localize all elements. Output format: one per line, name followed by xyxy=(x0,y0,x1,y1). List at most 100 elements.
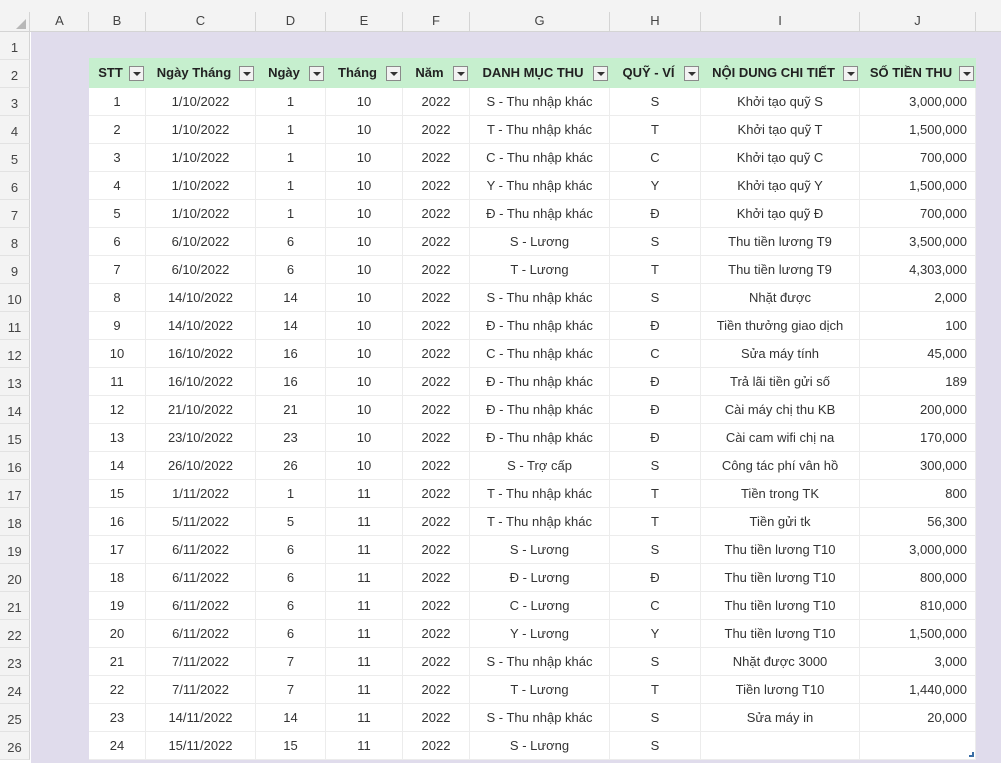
table-cell[interactable]: S - Thu nhập khác xyxy=(470,704,610,732)
table-cell[interactable]: S - Lương xyxy=(470,732,610,760)
table-cell[interactable]: 45,000 xyxy=(860,340,976,368)
table-cell[interactable]: 170,000 xyxy=(860,424,976,452)
table-cell[interactable]: T - Lương xyxy=(470,676,610,704)
table-cell[interactable]: 56,300 xyxy=(860,508,976,536)
table-cell[interactable]: 21 xyxy=(89,648,146,676)
table-cell[interactable]: 3,000,000 xyxy=(860,536,976,564)
table-cell[interactable]: 6 xyxy=(256,228,326,256)
row-header-12[interactable]: 12 xyxy=(0,340,30,368)
table-cell[interactable]: 1 xyxy=(256,88,326,116)
table-cell[interactable]: 14 xyxy=(256,704,326,732)
table-cell[interactable]: 14 xyxy=(256,312,326,340)
table-cell[interactable]: 23 xyxy=(89,704,146,732)
table-cell[interactable]: 6 xyxy=(256,620,326,648)
table-cell[interactable]: 11 xyxy=(326,676,403,704)
table-cell[interactable]: Tiền gửi tk xyxy=(701,508,860,536)
filter-dropdown-icon[interactable] xyxy=(386,66,401,81)
table-cell[interactable]: 3,000,000 xyxy=(860,88,976,116)
table-cell[interactable]: Đ - Thu nhập khác xyxy=(470,368,610,396)
row-header-24[interactable]: 24 xyxy=(0,676,30,704)
table-cell[interactable] xyxy=(701,732,860,760)
table-cell[interactable]: 1/10/2022 xyxy=(146,172,256,200)
table-cell[interactable]: 23/10/2022 xyxy=(146,424,256,452)
table-cell[interactable]: 11 xyxy=(326,648,403,676)
table-cell[interactable]: 1,500,000 xyxy=(860,620,976,648)
table-cell[interactable]: 2022 xyxy=(403,592,470,620)
table-cell[interactable]: 1/10/2022 xyxy=(146,144,256,172)
table-cell[interactable]: 300,000 xyxy=(860,452,976,480)
filter-dropdown-icon[interactable] xyxy=(593,66,608,81)
table-cell[interactable]: T - Lương xyxy=(470,256,610,284)
row-header-11[interactable]: 11 xyxy=(0,312,30,340)
table-cell[interactable]: 11 xyxy=(326,536,403,564)
table-cell[interactable]: 6 xyxy=(256,592,326,620)
row-header-16[interactable]: 16 xyxy=(0,452,30,480)
table-cell[interactable]: 2022 xyxy=(403,340,470,368)
row-header-8[interactable]: 8 xyxy=(0,228,30,256)
column-header-j[interactable]: J xyxy=(860,12,976,32)
table-cell[interactable]: 10 xyxy=(89,340,146,368)
table-cell[interactable]: Y - Thu nhập khác xyxy=(470,172,610,200)
row-header-21[interactable]: 21 xyxy=(0,592,30,620)
table-cell[interactable]: 2022 xyxy=(403,620,470,648)
table-cell[interactable]: S xyxy=(610,452,701,480)
table-cell[interactable]: Thu tiền lương T10 xyxy=(701,620,860,648)
row-header-23[interactable]: 23 xyxy=(0,648,30,676)
table-cell[interactable]: 16/10/2022 xyxy=(146,340,256,368)
row-header-9[interactable]: 9 xyxy=(0,256,30,284)
table-cell[interactable]: 810,000 xyxy=(860,592,976,620)
table-cell[interactable]: Nhặt được xyxy=(701,284,860,312)
table-cell[interactable]: 16 xyxy=(256,340,326,368)
table-cell[interactable]: 10 xyxy=(326,200,403,228)
table-cell[interactable]: 8 xyxy=(89,284,146,312)
table-cell[interactable]: Đ xyxy=(610,564,701,592)
table-cell[interactable]: 21/10/2022 xyxy=(146,396,256,424)
table-cell[interactable]: 23 xyxy=(256,424,326,452)
table-cell[interactable]: T xyxy=(610,256,701,284)
row-header-10[interactable]: 10 xyxy=(0,284,30,312)
filter-dropdown-icon[interactable] xyxy=(684,66,699,81)
table-cell[interactable]: 26 xyxy=(256,452,326,480)
table-cell[interactable]: 2022 xyxy=(403,116,470,144)
table-cell[interactable]: S - Thu nhập khác xyxy=(470,88,610,116)
table-cell[interactable]: T - Thu nhập khác xyxy=(470,508,610,536)
table-cell[interactable]: 2022 xyxy=(403,564,470,592)
table-cell[interactable]: 700,000 xyxy=(860,144,976,172)
table-cell[interactable]: 9 xyxy=(89,312,146,340)
table-cell[interactable] xyxy=(860,732,976,760)
table-cell[interactable]: 2022 xyxy=(403,648,470,676)
table-cell[interactable]: Đ - Lương xyxy=(470,564,610,592)
table-cell[interactable]: S xyxy=(610,732,701,760)
table-cell[interactable]: 10 xyxy=(326,452,403,480)
row-header-26[interactable]: 26 xyxy=(0,732,30,760)
table-cell[interactable]: 14 xyxy=(256,284,326,312)
table-cell[interactable]: 21 xyxy=(256,396,326,424)
table-cell[interactable]: C - Thu nhập khác xyxy=(470,340,610,368)
table-cell[interactable]: C xyxy=(610,340,701,368)
table-cell[interactable]: 10 xyxy=(326,396,403,424)
table-cell[interactable]: 2022 xyxy=(403,480,470,508)
table-cell[interactable]: C - Thu nhập khác xyxy=(470,144,610,172)
table-cell[interactable]: S - Thu nhập khác xyxy=(470,284,610,312)
table-cell[interactable]: 7 xyxy=(89,256,146,284)
row-header-15[interactable]: 15 xyxy=(0,424,30,452)
table-resize-handle[interactable] xyxy=(969,752,974,757)
table-cell[interactable]: 6/11/2022 xyxy=(146,620,256,648)
table-cell[interactable]: 189 xyxy=(860,368,976,396)
table-cell[interactable]: 100 xyxy=(860,312,976,340)
row-header-1[interactable]: 1 xyxy=(0,32,30,60)
table-cell[interactable]: T xyxy=(610,480,701,508)
table-cell[interactable]: Trả lãi tiền gửi số xyxy=(701,368,860,396)
filter-dropdown-icon[interactable] xyxy=(129,66,144,81)
table-cell[interactable]: S - Lương xyxy=(470,536,610,564)
table-cell[interactable]: 12 xyxy=(89,396,146,424)
table-cell[interactable]: 6/11/2022 xyxy=(146,536,256,564)
table-cell[interactable]: 6/10/2022 xyxy=(146,228,256,256)
filter-dropdown-icon[interactable] xyxy=(843,66,858,81)
table-cell[interactable]: 1/10/2022 xyxy=(146,88,256,116)
column-header-c[interactable]: C xyxy=(146,12,256,32)
table-cell[interactable]: Khởi tạo quỹ Y xyxy=(701,172,860,200)
table-cell[interactable]: 4 xyxy=(89,172,146,200)
table-cell[interactable]: C xyxy=(610,144,701,172)
table-cell[interactable]: Thu tiền lương T10 xyxy=(701,536,860,564)
